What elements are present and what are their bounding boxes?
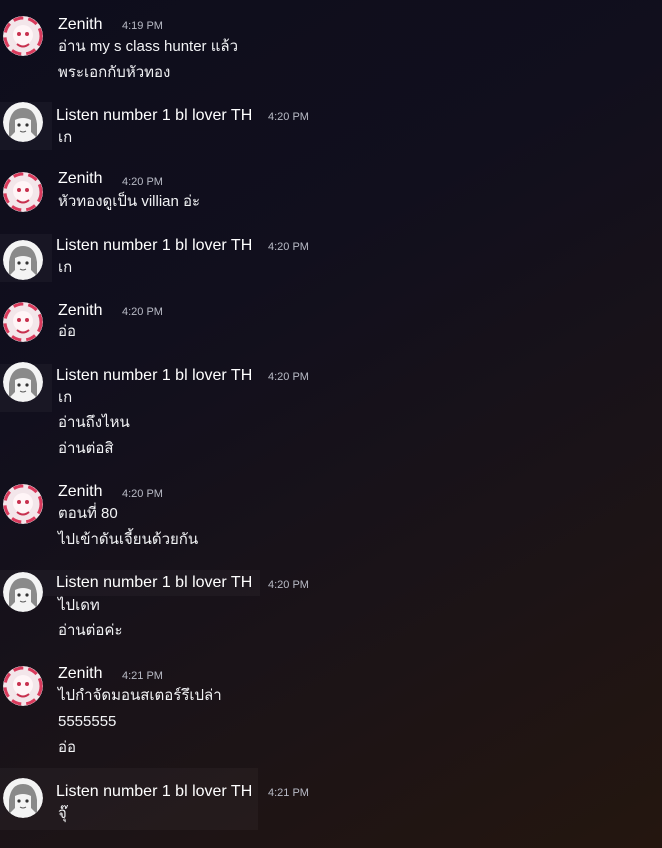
chat-message: Zenith 4:19 PM อ่าน my s class hunter แล… <box>0 14 662 86</box>
author-name[interactable]: Listen number 1 bl lover TH <box>56 235 252 257</box>
avatar[interactable] <box>3 102 43 142</box>
message-text: อ่านต่อสิ <box>58 440 114 457</box>
chat-message: Listen number 1 bl lover TH 4:20 PM เก <box>0 100 662 152</box>
timestamp: 4:20 PM <box>268 579 309 591</box>
message-text: ไปเข้าดันเจี้ยนด้วยกัน <box>58 531 199 548</box>
chat-message: Listen number 1 bl lover TH 4:20 PM เก <box>0 232 662 284</box>
author-name[interactable]: Listen number 1 bl lover TH <box>56 572 252 594</box>
avatar[interactable] <box>3 778 43 818</box>
avatar[interactable] <box>3 172 43 212</box>
avatar[interactable] <box>3 362 43 402</box>
author-name[interactable]: Listen number 1 bl lover TH <box>56 365 252 387</box>
zenith-avatar-icon <box>3 666 43 706</box>
chat-message: Zenith 4:20 PM อ่อ <box>0 300 662 346</box>
message-text: อ่าน my s class hunter แล้ว <box>58 38 239 55</box>
timestamp: 4:21 PM <box>268 787 309 799</box>
author-name[interactable]: Zenith <box>58 168 102 190</box>
message-text: 5555555 <box>58 713 117 730</box>
timestamp: 4:21 PM <box>122 670 163 682</box>
avatar[interactable] <box>3 666 43 706</box>
author-name[interactable]: Listen number 1 bl lover TH <box>56 105 252 127</box>
timestamp: 4:19 PM <box>122 20 163 32</box>
author-name[interactable]: Listen number 1 bl lover TH <box>56 781 252 803</box>
author-name[interactable]: Zenith <box>58 663 102 685</box>
message-text: เก <box>58 259 73 276</box>
avatar[interactable] <box>3 302 43 342</box>
timestamp: 4:20 PM <box>122 176 163 188</box>
listen-avatar-icon <box>3 778 43 818</box>
zenith-avatar-icon <box>3 16 43 56</box>
listen-avatar-icon <box>3 572 43 612</box>
chat-message: Zenith 4:20 PM ตอนที่ 80 ไปเข้าดันเจี้ยน… <box>0 482 662 554</box>
listen-avatar-icon <box>3 362 43 402</box>
listen-avatar-icon <box>3 240 43 280</box>
message-text: อ่านต่อค่ะ <box>58 622 123 639</box>
message-text: เก <box>58 389 73 406</box>
message-text: ไปเดท <box>58 597 100 614</box>
timestamp: 4:20 PM <box>268 371 309 383</box>
chat-message: Zenith 4:20 PM หัวทองดูเป็น villian อ่ะ <box>0 170 662 216</box>
author-name[interactable]: Zenith <box>58 14 102 36</box>
author-name[interactable]: Zenith <box>58 300 102 322</box>
avatar[interactable] <box>3 572 43 612</box>
zenith-avatar-icon <box>3 172 43 212</box>
message-text: เก <box>58 129 73 146</box>
author-name[interactable]: Zenith <box>58 481 102 503</box>
timestamp: 4:20 PM <box>122 306 163 318</box>
message-text: อ่อ <box>58 323 77 340</box>
timestamp: 4:20 PM <box>268 241 309 253</box>
zenith-avatar-icon <box>3 302 43 342</box>
chat-message: Listen number 1 bl lover TH 4:21 PM จุ๊ <box>0 768 662 830</box>
chat-message: Listen number 1 bl lover TH 4:20 PM เก อ… <box>0 362 662 466</box>
timestamp: 4:20 PM <box>122 488 163 500</box>
message-text: อ่านถึงไหน <box>58 414 130 431</box>
avatar[interactable] <box>3 484 43 524</box>
timestamp: 4:20 PM <box>268 111 309 123</box>
message-text: ตอนที่ 80 <box>58 505 118 522</box>
message-text: ไปกำจัดมอนสเตอร์รึเปล่า <box>58 687 222 704</box>
message-text: อ่อ <box>58 739 77 756</box>
avatar[interactable] <box>3 240 43 280</box>
avatar[interactable] <box>3 16 43 56</box>
chat-message: Zenith 4:21 PM ไปกำจัดมอนสเตอร์รึเปล่า 5… <box>0 664 662 762</box>
message-text: พระเอกกับหัวทอง <box>58 64 171 81</box>
message-text: จุ๊ <box>58 805 67 822</box>
message-text: หัวทองดูเป็น villian อ่ะ <box>58 193 201 210</box>
zenith-avatar-icon <box>3 484 43 524</box>
listen-avatar-icon <box>3 102 43 142</box>
chat-message: Listen number 1 bl lover TH 4:20 PM ไปเด… <box>0 570 662 648</box>
